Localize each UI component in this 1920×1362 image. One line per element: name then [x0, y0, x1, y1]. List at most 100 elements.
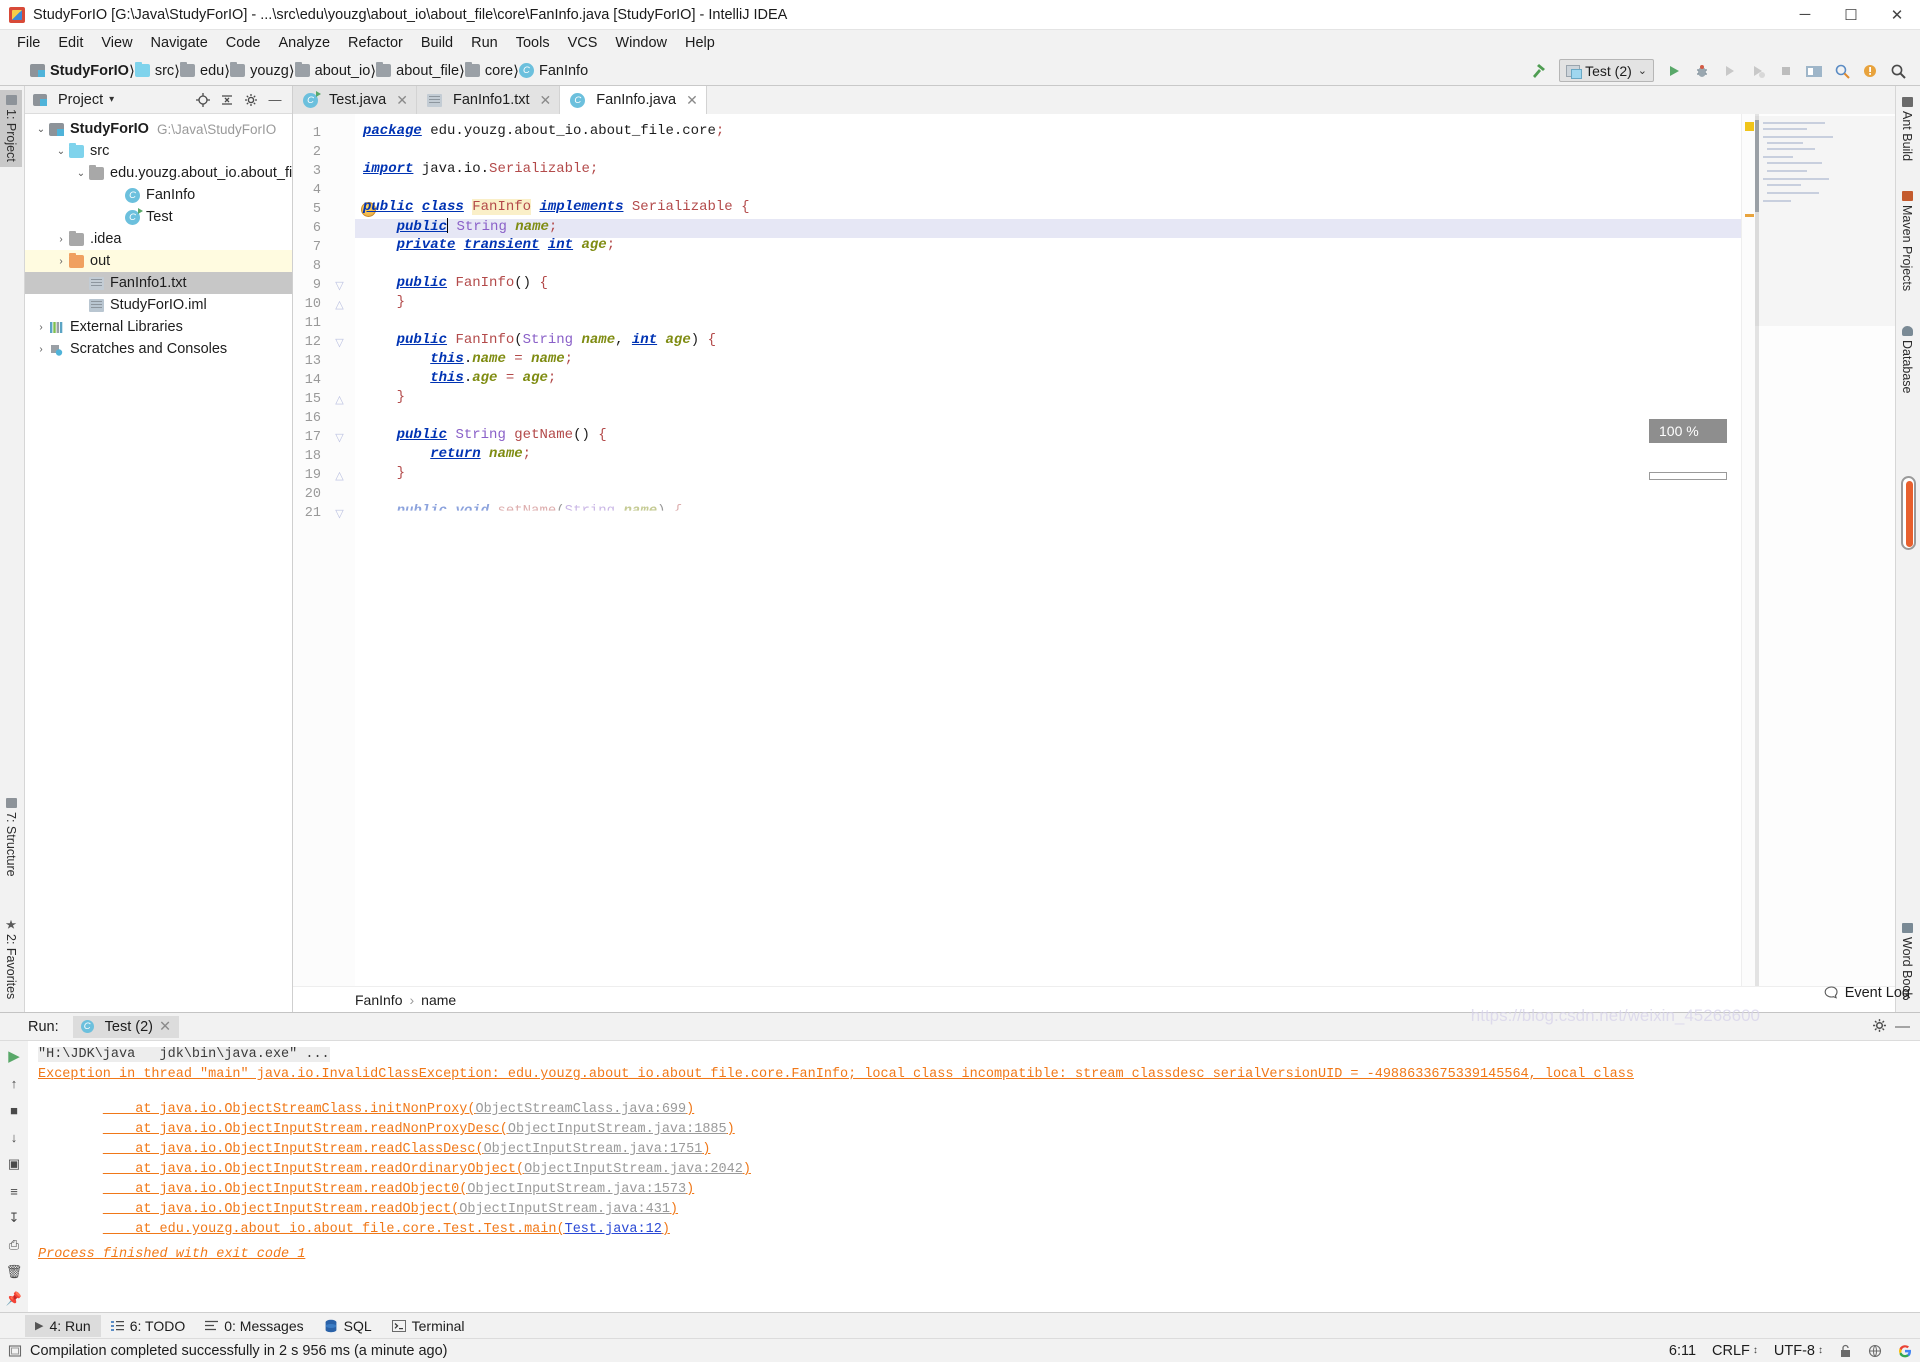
translation-icon[interactable]	[1868, 1344, 1882, 1358]
scroll-down-icon[interactable]: ↓	[4, 1128, 24, 1146]
collapse-all-icon[interactable]	[216, 89, 238, 111]
menu-item-file[interactable]: File	[8, 32, 49, 54]
run-configuration-selector[interactable]: Test (2) ⌄	[1559, 59, 1654, 82]
breadcrumb-item-core[interactable]: core	[464, 62, 513, 79]
encoding-selector[interactable]: UTF-8 ↕	[1774, 1343, 1823, 1359]
tree-item-test[interactable]: C Test	[25, 206, 292, 228]
menu-item-vcs[interactable]: VCS	[559, 32, 607, 54]
editor-breadcrumb-member[interactable]: name	[421, 992, 456, 1008]
chevron-right-icon[interactable]: ›	[33, 322, 49, 333]
tree-item-package[interactable]: ⌄ edu.youzg.about_io.about_file.c	[25, 162, 292, 184]
tool-window-button-todo[interactable]: 6: TODO	[101, 1315, 196, 1337]
chevron-down-icon[interactable]: ⌄	[53, 146, 69, 157]
chevron-down-icon[interactable]: ⌄	[33, 124, 49, 135]
tree-item-idea[interactable]: › .idea	[25, 228, 292, 250]
gear-icon[interactable]	[240, 89, 262, 111]
debug-button[interactable]	[1688, 59, 1716, 83]
breadcrumb-item-edu[interactable]: edu	[180, 62, 224, 79]
search-icon[interactable]	[1884, 59, 1912, 83]
tool-window-button-run[interactable]: ▶ 4: Run	[25, 1314, 101, 1337]
tree-item-out[interactable]: › out	[25, 250, 292, 272]
sidebar-item-maven-projects[interactable]: Maven Projects	[1896, 186, 1918, 296]
profile-button[interactable]	[1744, 59, 1772, 83]
editor-tab-faninfo-java[interactable]: C FanInfo.java ✕	[560, 86, 707, 114]
editor-breadcrumb-class[interactable]: FanInfo	[355, 992, 402, 1008]
tree-item-studyforio-iml[interactable]: StudyForIO.iml	[25, 294, 292, 316]
close-icon[interactable]: ✕	[159, 1019, 171, 1035]
code-minimap[interactable]	[1755, 114, 1895, 986]
menu-item-analyze[interactable]: Analyze	[269, 32, 339, 54]
menu-item-refactor[interactable]: Refactor	[339, 32, 412, 54]
breadcrumb-item-faninfo[interactable]: C FanInfo	[518, 63, 588, 79]
maximize-button[interactable]: ☐	[1828, 0, 1874, 30]
sidebar-item-favorites[interactable]: 2: Favorites	[0, 915, 22, 1004]
close-icon[interactable]: ✕	[540, 92, 552, 109]
breadcrumb-item-project[interactable]: StudyForIO	[30, 63, 129, 79]
close-icon[interactable]: ✕	[396, 92, 408, 109]
scrollbar-track[interactable]	[1901, 476, 1916, 550]
editor-tab-test-java[interactable]: C Test.java ✕	[293, 86, 417, 114]
caret-position[interactable]: 6:11	[1669, 1343, 1696, 1359]
run-with-coverage-button[interactable]	[1716, 59, 1744, 83]
scrollbar-thumb[interactable]	[1906, 481, 1913, 547]
console-line-exception[interactable]: Exception in thread "main" java.io.Inval…	[38, 1067, 1634, 1082]
sidebar-item-database[interactable]: Database	[1896, 321, 1918, 399]
fold-collapse-icon[interactable]: ▽	[334, 281, 345, 292]
clear-all-icon[interactable]: 🗑	[4, 1263, 24, 1281]
sidebar-item-ant-build[interactable]: Ant Build	[1896, 92, 1918, 166]
run-button[interactable]	[1660, 59, 1688, 83]
locate-file-icon[interactable]	[192, 89, 214, 111]
rerun-icon[interactable]: ▶	[4, 1047, 24, 1065]
fold-end-icon[interactable]: △	[334, 471, 345, 482]
chevron-right-icon[interactable]: ›	[53, 256, 69, 267]
tree-item-faninfo[interactable]: C FanInfo	[25, 184, 292, 206]
line-separator-selector[interactable]: CRLF ↕	[1712, 1343, 1758, 1359]
search-everywhere-icon[interactable]	[1828, 59, 1856, 83]
chevron-down-icon[interactable]: ⌄	[73, 168, 89, 179]
tree-item-scratches-and-consoles[interactable]: › Scratches and Consoles	[25, 338, 292, 360]
tool-window-button-terminal[interactable]: Terminal	[382, 1315, 475, 1337]
hide-panel-icon[interactable]: —	[264, 89, 286, 111]
fold-collapse-icon[interactable]: ▽	[334, 509, 345, 520]
fold-collapse-icon[interactable]: ▽	[334, 338, 345, 349]
menu-item-help[interactable]: Help	[676, 32, 724, 54]
error-stripe-scrollbar[interactable]	[1741, 114, 1755, 986]
code-editor[interactable]: package edu.youzg.about_io.about_file.co…	[355, 114, 1741, 986]
status-memory-icon[interactable]	[8, 1344, 22, 1358]
tree-item-studyforio[interactable]: ⌄ StudyForIO G:\Java\StudyForIO	[25, 118, 292, 140]
console-output[interactable]: "H:\JDK\java jdk\bin\java.exe" ... Excep…	[28, 1041, 1920, 1312]
menu-item-run[interactable]: Run	[462, 32, 507, 54]
zoom-slider[interactable]	[1649, 472, 1727, 480]
minimap-scroll-thumb[interactable]	[1755, 120, 1759, 212]
run-tab-test[interactable]: C Test (2) ✕	[72, 1015, 180, 1038]
menu-item-window[interactable]: Window	[606, 32, 676, 54]
pin-icon[interactable]: 📌	[4, 1290, 24, 1308]
google-icon[interactable]	[1898, 1344, 1912, 1358]
fold-end-icon[interactable]: △	[334, 395, 345, 406]
hide-panel-icon[interactable]: —	[1895, 1018, 1910, 1035]
stack-link-test-java[interactable]: Test.java:12	[565, 1222, 662, 1237]
tree-item-external-libraries[interactable]: › External Libraries	[25, 316, 292, 338]
breadcrumb-item-youzg[interactable]: youzg	[230, 62, 289, 79]
open-settings-icon[interactable]	[1800, 59, 1828, 83]
soft-wrap-icon[interactable]: ≡	[4, 1182, 24, 1200]
tool-window-button-sql[interactable]: SQL	[314, 1315, 382, 1337]
close-button[interactable]: ✕	[1874, 0, 1920, 30]
menu-item-edit[interactable]: Edit	[49, 32, 92, 54]
menu-item-tools[interactable]: Tools	[507, 32, 559, 54]
menu-item-navigate[interactable]: Navigate	[142, 32, 217, 54]
menu-item-build[interactable]: Build	[412, 32, 462, 54]
editor-tab-faninfo1-txt[interactable]: FanInfo1.txt ✕	[416, 86, 561, 114]
stop-button[interactable]	[1772, 59, 1800, 83]
breadcrumb-item-about-io[interactable]: about_io	[294, 62, 370, 79]
chevron-right-icon[interactable]: ›	[53, 234, 69, 245]
change-marker[interactable]	[1745, 214, 1754, 217]
breadcrumb-item-src[interactable]: src	[134, 62, 174, 79]
sidebar-item-structure[interactable]: 7: Structure	[0, 793, 22, 882]
warning-marker[interactable]	[1745, 122, 1754, 131]
camera-icon[interactable]: ▣	[4, 1155, 24, 1173]
gear-icon[interactable]	[1872, 1018, 1887, 1035]
close-icon[interactable]: ✕	[686, 92, 698, 109]
event-log-button[interactable]: Event Log	[1824, 980, 1910, 1006]
chevron-down-icon[interactable]: ▾	[109, 94, 114, 105]
